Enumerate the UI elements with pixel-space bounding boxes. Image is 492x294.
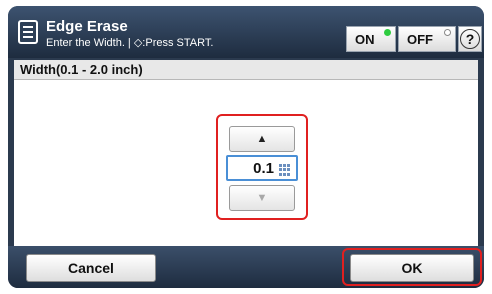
page-title: Edge Erase bbox=[46, 18, 128, 35]
document-icon bbox=[18, 20, 38, 44]
width-input[interactable]: 0.1 bbox=[226, 155, 298, 181]
cancel-button[interactable]: Cancel bbox=[26, 254, 156, 282]
footer-bar: Cancel OK bbox=[8, 246, 484, 288]
keypad-icon[interactable] bbox=[279, 164, 291, 176]
on-indicator-icon bbox=[384, 29, 391, 36]
on-label: ON bbox=[355, 32, 375, 47]
off-indicator-icon bbox=[444, 29, 451, 36]
instruction-text: Enter the Width. | ◇:Press START. bbox=[46, 37, 214, 49]
device-panel: Edge Erase Enter the Width. | ◇:Press ST… bbox=[8, 6, 484, 288]
help-icon: ? bbox=[460, 29, 480, 49]
increase-button[interactable]: ▲ bbox=[229, 126, 295, 152]
off-button[interactable]: OFF bbox=[398, 26, 456, 52]
up-arrow-icon: ▲ bbox=[256, 133, 268, 145]
help-button[interactable]: ? bbox=[458, 26, 482, 52]
main-content: Width(0.1 - 2.0 inch) ▲ 0.1 ▼ bbox=[14, 60, 478, 246]
decrease-button[interactable]: ▼ bbox=[229, 185, 295, 211]
ok-button[interactable]: OK bbox=[350, 254, 474, 282]
header-bar: Edge Erase Enter the Width. | ◇:Press ST… bbox=[8, 6, 484, 58]
width-value: 0.1 bbox=[253, 160, 274, 177]
on-button[interactable]: ON bbox=[346, 26, 396, 52]
width-range-label: Width(0.1 - 2.0 inch) bbox=[14, 60, 478, 80]
down-arrow-icon: ▼ bbox=[256, 192, 268, 204]
off-label: OFF bbox=[407, 32, 433, 47]
